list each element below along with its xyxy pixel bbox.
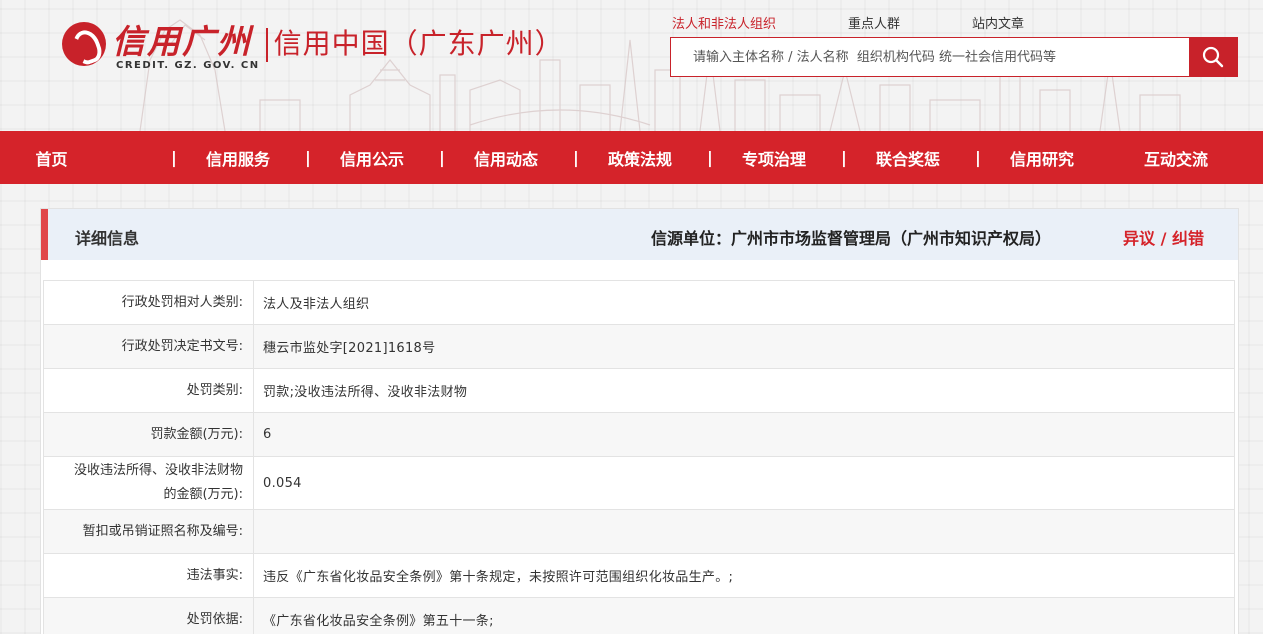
field-label: 罚款金额(万元): — [43, 412, 254, 457]
field-value: 0.054 — [253, 456, 1235, 510]
field-value: 6 — [253, 412, 1235, 457]
field-label: 行政处罚决定书文号: — [43, 324, 254, 369]
search-tab-organizations[interactable]: 法人和非法人组织 — [672, 13, 776, 32]
credit-logo-icon — [62, 22, 106, 66]
search-tabs: 法人和非法人组织 重点人群 站内文章 — [672, 13, 1096, 32]
table-row: 违法事实: 违反《广东省化妆品安全条例》第十条规定，未按照许可范围组织化妆品生产… — [43, 553, 1235, 598]
nav-item-policies[interactable]: 政策法规 — [573, 146, 707, 170]
field-value — [253, 509, 1235, 554]
table-row: 行政处罚相对人类别: 法人及非法人组织 — [43, 280, 1235, 325]
logo-domain: CREDIT. GZ. GOV. CN — [116, 60, 260, 71]
field-label: 行政处罚相对人类别: — [43, 280, 254, 325]
search-input[interactable] — [671, 38, 1189, 76]
nav-item-special-governance[interactable]: 专项治理 — [707, 146, 841, 170]
search-button[interactable] — [1189, 38, 1237, 76]
logo-subtitle: 信用中国（广东广州） — [273, 27, 564, 60]
field-label: 处罚类别: — [43, 368, 254, 413]
detail-table: 行政处罚相对人类别: 法人及非法人组织 行政处罚决定书文号: 穗云市监处字[20… — [43, 280, 1235, 634]
main-nav: 首页 | 信用服务 | 信用公示 | 信用动态 | 政策法规 | 专项治理 | … — [0, 131, 1263, 184]
objection-link[interactable]: 异议 / 纠错 — [1123, 225, 1204, 249]
field-value: 穗云市监处字[2021]1618号 — [253, 324, 1235, 369]
search-icon — [1202, 46, 1224, 68]
search-tab-site-articles[interactable]: 站内文章 — [972, 13, 1024, 32]
nav-item-credit-publicity[interactable]: 信用公示 — [305, 146, 439, 170]
field-label: 没收违法所得、没收非法财物 的金额(万元): — [43, 456, 254, 510]
table-row: 没收违法所得、没收非法财物 的金额(万元): 0.054 — [43, 456, 1235, 510]
site-header: 信用广州 CREDIT. GZ. GOV. CN 信用中国（广东广州） 法人和非… — [0, 0, 1263, 131]
table-row: 行政处罚决定书文号: 穗云市监处字[2021]1618号 — [43, 324, 1235, 369]
field-value: 罚款;没收违法所得、没收非法财物 — [253, 368, 1235, 413]
field-value: 法人及非法人组织 — [253, 280, 1235, 325]
logo-title: 信用广州 — [112, 22, 252, 61]
table-row: 罚款金额(万元): 6 — [43, 412, 1235, 457]
field-value: 《广东省化妆品安全条例》第五十一条; — [253, 597, 1235, 634]
table-row: 暂扣或吊销证照名称及编号: — [43, 509, 1235, 554]
field-label: 处罚依据: — [43, 597, 254, 634]
field-value: 违反《广东省化妆品安全条例》第十条规定，未按照许可范围组织化妆品生产。; — [253, 553, 1235, 598]
panel-title: 详细信息 — [75, 229, 140, 248]
source-unit: 信源单位：广州市市场监督管理局（广州市知识产权局） — [651, 229, 1052, 248]
field-label: 暂扣或吊销证照名称及编号: — [43, 509, 254, 554]
nav-item-home[interactable]: 首页 — [0, 146, 103, 170]
nav-item-credit-services[interactable]: 信用服务 — [171, 146, 305, 170]
nav-item-credit-research[interactable]: 信用研究 — [975, 146, 1109, 170]
field-label-line: 没收违法所得、没收非法财物 — [73, 463, 243, 478]
table-row: 处罚依据: 《广东省化妆品安全条例》第五十一条; — [43, 597, 1235, 634]
site-logo[interactable]: 信用广州 CREDIT. GZ. GOV. CN 信用中国（广东广州） — [62, 22, 564, 71]
field-label: 违法事实: — [43, 553, 254, 598]
table-row: 处罚类别: 罚款;没收违法所得、没收非法财物 — [43, 368, 1235, 413]
detail-panel: 详细信息 信源单位：广州市市场监督管理局（广州市知识产权局） 异议 / 纠错 行… — [40, 208, 1239, 634]
nav-item-interaction[interactable]: 互动交流 — [1109, 146, 1243, 170]
panel-accent-bar — [41, 209, 48, 260]
nav-item-joint-rewards-penalties[interactable]: 联合奖惩 — [841, 146, 975, 170]
logo-divider — [265, 28, 268, 62]
nav-item-credit-news[interactable]: 信用动态 — [439, 146, 573, 170]
field-label-line: 的金额(万元): — [163, 487, 243, 502]
search-box — [670, 37, 1238, 77]
panel-header: 详细信息 信源单位：广州市市场监督管理局（广州市知识产权局） 异议 / 纠错 — [41, 209, 1238, 260]
search-tab-key-groups[interactable]: 重点人群 — [848, 13, 900, 32]
